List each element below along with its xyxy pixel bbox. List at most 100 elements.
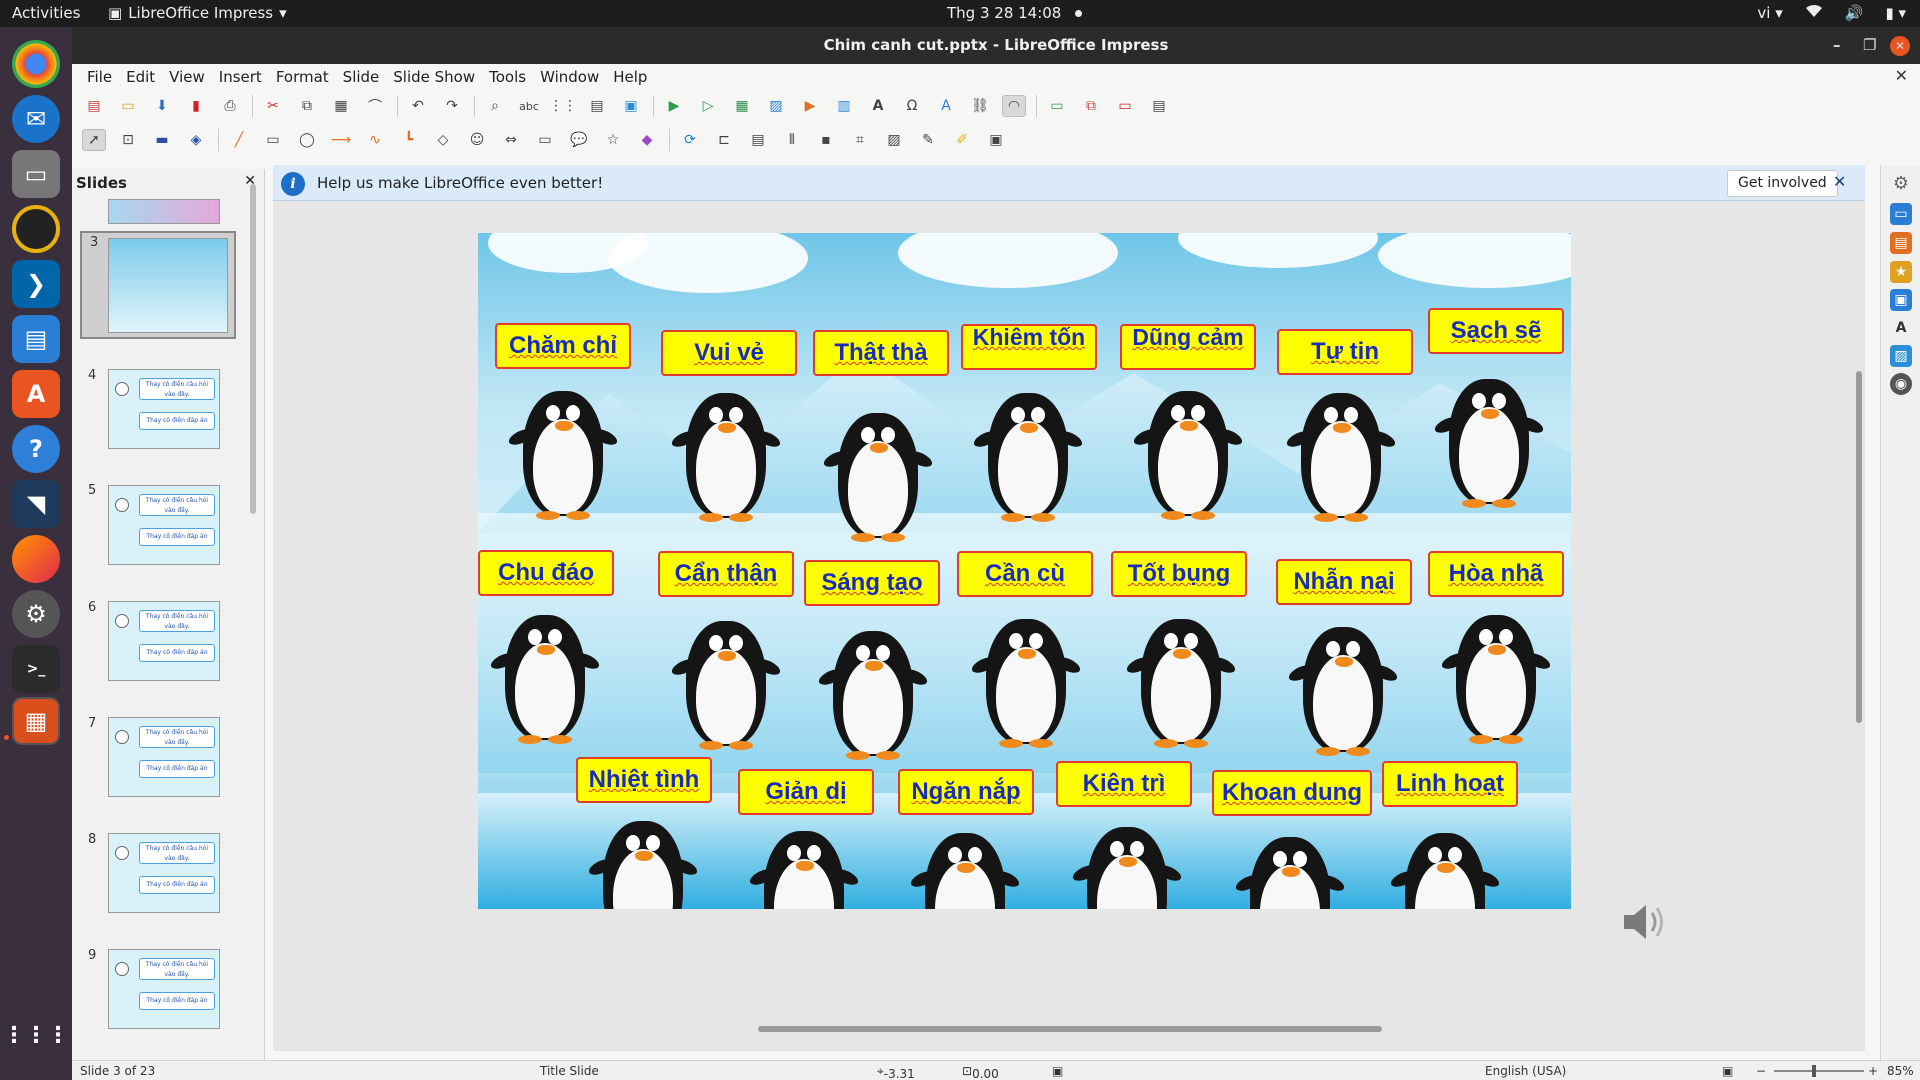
horizontal-scrollbar[interactable] — [273, 1023, 1865, 1035]
trait-label[interactable]: Cẩn thận — [658, 551, 794, 597]
copy-icon[interactable]: ⧉ — [295, 95, 319, 117]
close-infobar-icon[interactable]: ✕ — [1833, 172, 1846, 191]
rhythmbox-icon[interactable] — [12, 205, 60, 253]
redo-icon[interactable]: ↷ — [440, 95, 464, 117]
input-language[interactable]: vi ▾ — [1757, 0, 1782, 27]
trait-label[interactable]: Linh hoạt — [1382, 761, 1518, 807]
stars-icon[interactable]: ☆ — [601, 129, 625, 151]
slide-transition-icon[interactable]: ▤ — [1890, 232, 1912, 254]
ellipse-icon[interactable]: ◯ — [295, 129, 319, 151]
textbox-icon[interactable]: A — [866, 95, 890, 117]
show-apps-icon[interactable]: ⋮⋮⋮ — [3, 1011, 69, 1059]
crop-icon[interactable]: ⌗ — [848, 129, 872, 151]
trait-label[interactable]: Sạch sẽ — [1428, 308, 1564, 354]
chart-icon[interactable]: ▥ — [832, 95, 856, 117]
slide-thumbnail-6[interactable]: Thay cô điền câu hỏi vào đây. Thay cô đi… — [108, 601, 220, 681]
trait-label[interactable]: Thật thà — [813, 330, 949, 376]
slide-thumbnail-2[interactable] — [108, 199, 220, 224]
trait-label[interactable]: Ngăn nắp — [898, 769, 1034, 815]
start-current-slide-icon[interactable]: ▷ — [696, 95, 720, 117]
trait-label[interactable]: Nhiệt tình — [576, 757, 712, 803]
settings-icon[interactable]: ⚙ — [12, 590, 60, 638]
save-icon[interactable]: ⬇ — [150, 95, 174, 117]
rectangle-icon[interactable]: ▭ — [261, 129, 285, 151]
cut-icon[interactable]: ✂ — [261, 95, 285, 117]
slide-pane-scrollbar[interactable] — [250, 184, 256, 514]
trait-label[interactable]: Tự tin — [1277, 329, 1413, 375]
image-icon[interactable]: ▨ — [764, 95, 788, 117]
vscode-icon[interactable]: ❯ — [12, 260, 60, 308]
zoom-in-icon[interactable]: + — [1868, 1064, 1878, 1078]
trait-label[interactable]: Cần cù — [957, 551, 1093, 597]
writer-icon[interactable]: ▤ — [12, 315, 60, 363]
help-icon[interactable]: ? — [12, 425, 60, 473]
basic-shapes-icon[interactable]: ◇ — [431, 129, 455, 151]
slide-layout-name[interactable]: Title Slide — [540, 1064, 599, 1078]
menu-view[interactable]: View — [162, 68, 212, 86]
trait-label[interactable]: Khiêm tốn — [961, 324, 1097, 370]
trait-label[interactable]: Dũng cảm — [1120, 324, 1256, 370]
text-language[interactable]: English (USA) — [1485, 1064, 1566, 1078]
clock[interactable]: Thg 3 28 14:08 — [947, 0, 1083, 27]
zoom-slider-handle[interactable] — [1812, 1065, 1816, 1077]
glue-points-icon[interactable]: ✐ — [950, 129, 974, 151]
chrome-icon[interactable] — [12, 40, 60, 88]
arrange-icon[interactable]: ▤ — [746, 129, 770, 151]
fit-slide-icon[interactable]: ▣ — [1722, 1064, 1733, 1078]
lines-arrows-icon[interactable]: ⟶ — [329, 129, 353, 151]
animation-icon[interactable]: ★ — [1890, 261, 1912, 283]
menu-format[interactable]: Format — [269, 68, 336, 86]
print-icon[interactable]: ⎙ — [218, 95, 242, 117]
menu-edit[interactable]: Edit — [119, 68, 162, 86]
master-slides-icon[interactable]: ▣ — [1890, 289, 1912, 311]
slide-thumbnail-5[interactable]: Thay cô điền câu hỏi vào đây. Thay cô đi… — [108, 485, 220, 565]
start-first-slide-icon[interactable]: ▶ — [662, 95, 686, 117]
thunderbird-icon[interactable]: ✉ — [12, 95, 60, 143]
menu-file[interactable]: File — [80, 68, 119, 86]
trait-label[interactable]: Vui vẻ — [661, 330, 797, 376]
app-menu[interactable]: ▣ LibreOffice Impress ▾ — [108, 0, 287, 27]
undo-icon[interactable]: ↶ — [406, 95, 430, 117]
scrollbar-thumb[interactable] — [1856, 371, 1862, 723]
trait-label[interactable]: Sáng tạo — [804, 560, 940, 606]
menu-insert[interactable]: Insert — [212, 68, 269, 86]
open-icon[interactable]: ▭ — [116, 95, 140, 117]
callouts-icon[interactable]: 💬 — [567, 129, 591, 151]
close-document-icon[interactable]: ✕ — [1895, 66, 1908, 85]
table-icon[interactable]: ▦ — [730, 95, 754, 117]
trait-label[interactable]: Kiên trì — [1056, 761, 1192, 807]
zoom-slider[interactable] — [1774, 1070, 1864, 1072]
zoom-level[interactable]: 85% — [1887, 1064, 1914, 1078]
find-replace-icon[interactable]: ⌕ — [483, 95, 507, 117]
scrollbar-thumb[interactable] — [758, 1026, 1382, 1032]
sidebar-settings-icon[interactable]: ⚙ — [1890, 172, 1912, 194]
files-icon[interactable]: ▭ — [12, 150, 60, 198]
display-views-icon[interactable]: ▤ — [585, 95, 609, 117]
distribute-icon[interactable]: ⦀ — [780, 129, 804, 151]
menu-slide[interactable]: Slide — [336, 68, 387, 86]
vertical-scrollbar[interactable] — [1853, 201, 1865, 1021]
align-icon[interactable]: ⊏ — [712, 129, 736, 151]
points-icon[interactable]: ✎ — [916, 129, 940, 151]
hyperlink-icon[interactable]: ⛓ — [968, 95, 992, 117]
paste-icon[interactable]: ▦ — [329, 95, 353, 117]
menu-slide-show[interactable]: Slide Show — [386, 68, 482, 86]
show-draw-functions-icon[interactable]: ◠ — [1002, 95, 1026, 117]
impress-icon[interactable]: ▦ — [12, 697, 60, 745]
spelling-icon[interactable]: abc — [517, 95, 541, 117]
speaker-icon[interactable] — [1620, 899, 1668, 945]
new-slide-icon[interactable]: ▭ — [1045, 95, 1069, 117]
master-slide-icon[interactable]: ▣ — [619, 95, 643, 117]
shadow-icon[interactable]: ▪ — [814, 129, 838, 151]
terminal-icon[interactable]: >_ — [12, 645, 60, 693]
line-color-icon[interactable]: ▬ — [150, 129, 174, 151]
symbol-shapes-icon[interactable]: ☺ — [465, 129, 489, 151]
software-center-icon[interactable]: A — [12, 370, 60, 418]
trait-label[interactable]: Giản dị — [738, 769, 874, 815]
fill-color-icon[interactable]: ◈ — [184, 129, 208, 151]
block-arrows-icon[interactable]: ⇔ — [499, 129, 523, 151]
close-window-icon[interactable]: ✕ — [1890, 36, 1910, 56]
gallery-icon[interactable]: ▨ — [1890, 345, 1912, 367]
rotate-icon[interactable]: ⟳ — [678, 129, 702, 151]
connectors-icon[interactable]: ┗ — [397, 129, 421, 151]
